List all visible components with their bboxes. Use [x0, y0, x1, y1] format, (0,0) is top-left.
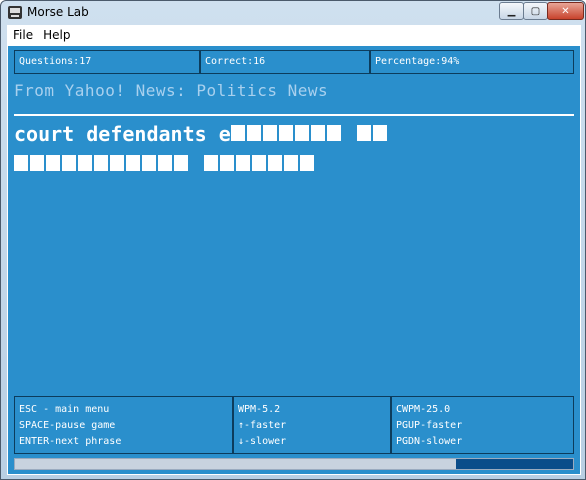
- close-button[interactable]: ✕: [547, 2, 584, 20]
- hidden-letter-blocks: [14, 152, 316, 176]
- phrase-line-1: court defendants e: [14, 122, 389, 146]
- hidden-letter-block: [252, 155, 266, 171]
- hidden-letter-block: [372, 125, 387, 141]
- close-icon: ✕: [561, 5, 570, 17]
- hidden-letter-block: [142, 155, 156, 171]
- hidden-letter-block: [14, 155, 28, 171]
- hidden-letter-block: [158, 155, 172, 171]
- phrase-line-2: [14, 152, 316, 176]
- divider: [14, 114, 574, 116]
- hidden-letter-block: [294, 125, 309, 141]
- minimize-button[interactable]: ▁: [499, 2, 524, 20]
- hidden-letter-block: [356, 125, 371, 141]
- hidden-letter-block: [220, 155, 234, 171]
- hidden-letter-block: [284, 155, 298, 171]
- questions-stat: Questions:17: [14, 50, 200, 74]
- menu-file[interactable]: File: [13, 28, 33, 42]
- game-area: Questions:17 Correct:16 Percentage:94% F…: [7, 45, 581, 475]
- hidden-letter-block: [230, 125, 245, 141]
- progress-fill: [455, 459, 573, 469]
- control-hint: ENTER-next phrase: [19, 436, 122, 447]
- hidden-letter-block: [46, 155, 60, 171]
- control-hint: PGUP-faster: [396, 420, 463, 431]
- hidden-letter-block: [278, 125, 293, 141]
- control-hint: SPACE-pause game: [19, 420, 116, 431]
- hidden-letter-blocks: [230, 122, 389, 146]
- hidden-letter-block: [94, 155, 108, 171]
- phrase-source: From Yahoo! News: Politics News: [14, 81, 329, 100]
- menu-bar: File Help: [7, 25, 581, 45]
- hidden-letter-block: [310, 125, 325, 141]
- control-hint: ESC - main menu: [19, 404, 110, 415]
- hidden-letter-block: [204, 155, 218, 171]
- menu-help[interactable]: Help: [43, 28, 70, 42]
- control-hint: ↓-slower: [238, 436, 287, 447]
- control-hint: ↑-faster: [238, 420, 287, 431]
- correct-stat: Correct:16: [200, 50, 370, 74]
- wpm-readout: WPM-5.2: [238, 404, 281, 415]
- hidden-letter-block: [110, 155, 124, 171]
- stats-row: Questions:17 Correct:16 Percentage:94%: [14, 50, 574, 74]
- controls-column-keys: ESC - main menu SPACE-pause game ENTER-n…: [14, 396, 233, 454]
- progress-bar: [14, 458, 574, 470]
- hidden-letter-block: [236, 155, 250, 171]
- controls-column-cwpm: CWPM-25.0 PGUP-faster PGDN-slower: [391, 396, 574, 454]
- hidden-letter-block: [326, 125, 341, 141]
- hidden-letter-block: [30, 155, 44, 171]
- hidden-letter-block: [262, 125, 277, 141]
- hidden-letter-block: [62, 155, 76, 171]
- maximize-icon: ▢: [530, 5, 541, 17]
- phrase-revealed-text: court defendants e: [14, 122, 231, 146]
- percentage-stat: Percentage:94%: [370, 50, 574, 74]
- hidden-letter-block: [126, 155, 140, 171]
- hidden-letter-block: [300, 155, 314, 171]
- controls-footer: ESC - main menu SPACE-pause game ENTER-n…: [14, 396, 574, 454]
- window-title: Morse Lab: [27, 5, 89, 19]
- hidden-letter-block: [246, 125, 261, 141]
- control-hint: PGDN-slower: [396, 436, 463, 447]
- minimize-icon: ▁: [507, 5, 516, 17]
- title-bar[interactable]: Morse Lab ▁ ▢ ✕: [1, 1, 585, 25]
- controls-column-wpm: WPM-5.2 ↑-faster ↓-slower: [233, 396, 391, 454]
- hidden-letter-block: [78, 155, 92, 171]
- hidden-letter-block: [268, 155, 282, 171]
- cwpm-readout: CWPM-25.0: [396, 404, 451, 415]
- app-window: Morse Lab ▁ ▢ ✕ File Help Questions:17 C…: [0, 0, 586, 480]
- maximize-button[interactable]: ▢: [523, 2, 548, 20]
- hidden-letter-block: [174, 155, 188, 171]
- app-icon: [8, 6, 22, 19]
